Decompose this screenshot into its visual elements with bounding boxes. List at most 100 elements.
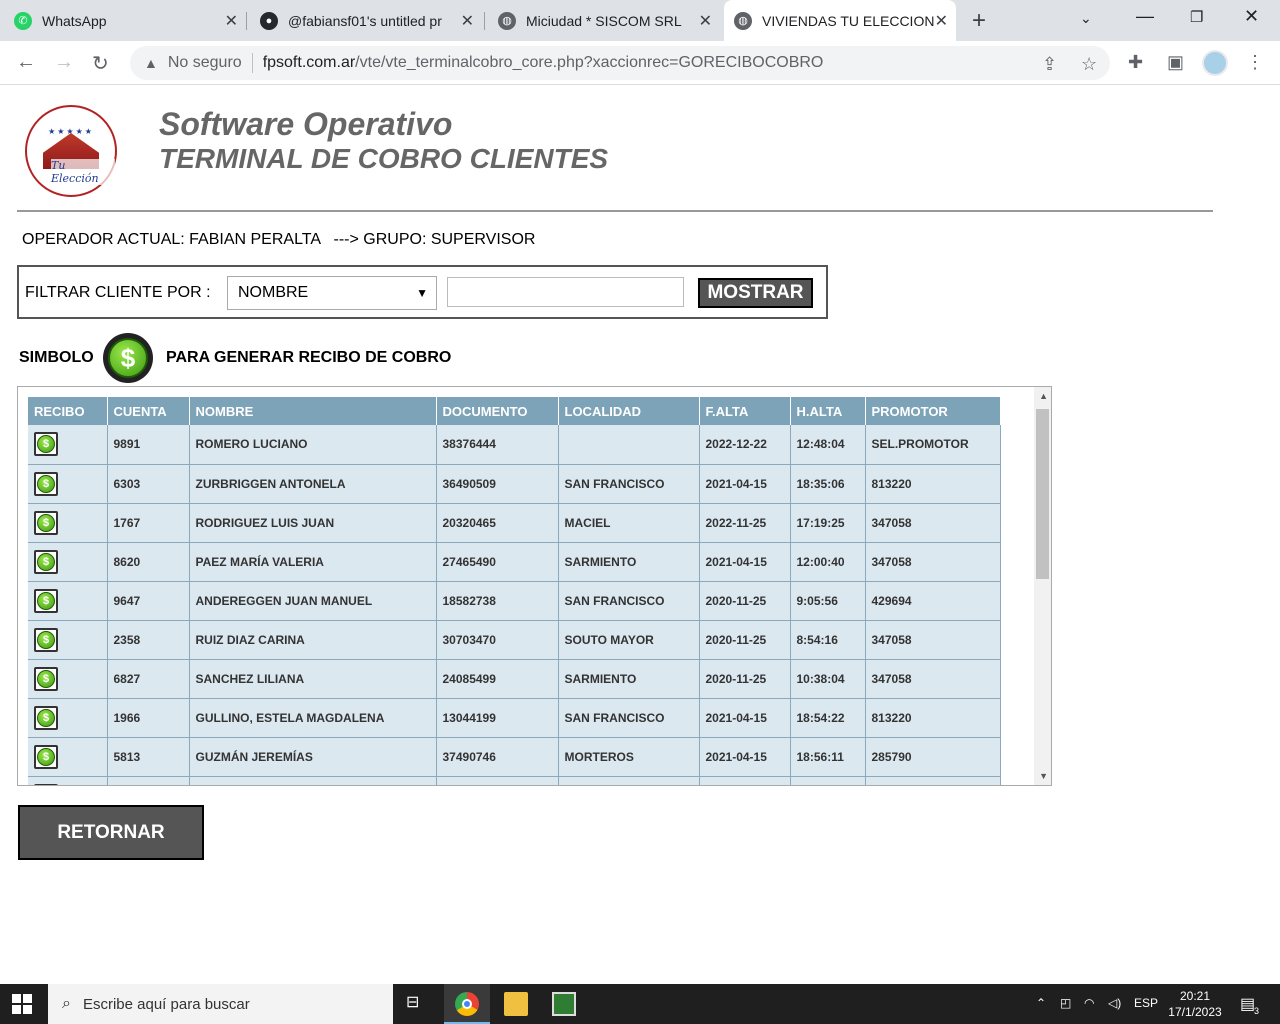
generate-receipt-coin-icon[interactable]: $ bbox=[34, 549, 58, 574]
generate-receipt-coin-icon[interactable]: $ bbox=[34, 705, 58, 730]
table-cell: 18:56:11 bbox=[790, 737, 866, 777]
table-cell: 2021-04-15 bbox=[699, 542, 791, 582]
menu-kebab-icon[interactable]: ⋮ bbox=[1246, 52, 1264, 73]
profile-avatar[interactable] bbox=[1202, 50, 1228, 76]
table-row: $8620 PAEZ MARÍA VALERIA 27465490 SARMIENTO… bbox=[28, 542, 1001, 582]
recibo-cell: $ bbox=[28, 737, 108, 777]
minimize-icon[interactable]: — bbox=[1136, 6, 1154, 27]
file-explorer-icon[interactable] bbox=[504, 992, 528, 1016]
generate-receipt-coin-icon[interactable]: $ bbox=[34, 744, 58, 769]
scroll-thumb[interactable] bbox=[1036, 409, 1049, 579]
filter-field-select[interactable]: NOMBRE ▼ bbox=[227, 276, 437, 310]
search-icon: ⌕ bbox=[62, 995, 71, 1012]
clients-table-container[interactable]: RECIBO CUENTA NOMBRE DOCUMENTO LOCALIDAD… bbox=[17, 386, 1052, 786]
chrome-taskbar-button[interactable] bbox=[444, 984, 490, 1024]
close-tab-icon[interactable]: ✕ bbox=[461, 11, 474, 31]
notifications-icon[interactable]: ▤ bbox=[1240, 994, 1255, 1014]
table-cell: 1966 bbox=[107, 698, 190, 738]
tab-viviendas[interactable]: ◍ VIVIENDAS TU ELECCION ✕ bbox=[724, 0, 956, 41]
generate-receipt-coin-icon[interactable]: $ bbox=[34, 432, 58, 457]
table-cell: 1767 bbox=[107, 503, 190, 543]
side-panel-icon[interactable]: ▣ bbox=[1167, 52, 1184, 73]
table-row: $ bbox=[28, 776, 1001, 785]
table-cell: 6827 bbox=[107, 659, 190, 699]
table-cell: GUZMÁN JEREMÍAS bbox=[189, 737, 437, 777]
generate-receipt-coin-icon[interactable]: $ bbox=[34, 510, 58, 535]
table-cell: 813220 bbox=[865, 464, 1001, 504]
table-cell: 2022-12-22 bbox=[699, 425, 791, 465]
recibo-cell: $ bbox=[28, 698, 108, 738]
scroll-up-icon[interactable]: ▲ bbox=[1039, 391, 1048, 401]
meet-icon[interactable]: ◰ bbox=[1060, 996, 1071, 1010]
table-cell: 429694 bbox=[865, 581, 1001, 621]
close-tab-icon[interactable]: ✕ bbox=[699, 11, 712, 31]
divider bbox=[17, 210, 1213, 212]
window-close-icon[interactable]: ✕ bbox=[1244, 6, 1259, 27]
generate-receipt-coin-icon[interactable]: $ bbox=[34, 783, 58, 785]
new-tab-icon[interactable]: + bbox=[972, 7, 986, 35]
notification-count: 3 bbox=[1254, 1006, 1260, 1016]
table-cell: 347058 bbox=[865, 503, 1001, 543]
mostrar-button[interactable]: MOSTRAR bbox=[698, 278, 813, 308]
tab-whatsapp[interactable]: ✆ WhatsApp ✕ bbox=[14, 0, 246, 41]
table-scrollbar[interactable]: ▲ ▼ bbox=[1034, 387, 1051, 785]
table-cell: MORTEROS bbox=[558, 737, 700, 777]
recibo-cell: $ bbox=[28, 659, 108, 699]
task-view-icon[interactable]: ⊟ bbox=[406, 992, 430, 1016]
generate-receipt-coin-icon[interactable]: $ bbox=[34, 471, 58, 496]
table-cell: 2021-04-15 bbox=[699, 464, 791, 504]
tab-search-icon[interactable]: ⌄ bbox=[1080, 10, 1092, 27]
windows-start-icon[interactable] bbox=[12, 994, 32, 1014]
legend-label: SIMBOLO bbox=[19, 349, 94, 366]
app-chart-icon[interactable] bbox=[552, 992, 576, 1016]
table-cell: SOUTO MAYOR bbox=[558, 620, 700, 660]
table-cell: RUIZ DIAZ CARINA bbox=[189, 620, 437, 660]
scroll-down-icon[interactable]: ▼ bbox=[1039, 771, 1048, 781]
table-row: $6827 SANCHEZ LILIANA 24085499 SARMIENTO 202… bbox=[28, 659, 1001, 699]
back-icon[interactable]: ← bbox=[16, 51, 36, 74]
col-header: CUENTA bbox=[107, 397, 190, 425]
generate-receipt-coin-icon[interactable]: $ bbox=[34, 588, 58, 613]
wifi-icon[interactable]: ◠ bbox=[1084, 996, 1094, 1010]
page-title: Software Operativo bbox=[159, 106, 453, 142]
dollar-coin-icon: $ bbox=[103, 333, 153, 383]
chevron-down-icon: ▼ bbox=[416, 286, 428, 300]
language-indicator[interactable]: ESP bbox=[1134, 996, 1158, 1010]
table-cell: 2358 bbox=[107, 620, 190, 660]
taskbar-search-box[interactable]: ⌕ Escribe aquí para buscar bbox=[48, 984, 393, 1024]
chrome-icon bbox=[455, 992, 479, 1016]
omnibox[interactable]: ▲ No seguro fpsoft.com.ar/vte/vte_termin… bbox=[130, 46, 1110, 80]
tray-chevron-up-icon[interactable]: ⌃ bbox=[1036, 996, 1046, 1010]
generate-receipt-coin-icon[interactable]: $ bbox=[34, 627, 58, 652]
clock[interactable]: 20:21 17/1/2023 bbox=[1160, 988, 1230, 1020]
windows-taskbar: ⌕ Escribe aquí para buscar ⊟ ⌃ ◰ ◠ ◁) ES… bbox=[0, 984, 1280, 1024]
table-row: $2358 RUIZ DIAZ CARINA 30703470 SOUTO MAYOR… bbox=[28, 620, 1001, 660]
recibo-cell: $ bbox=[28, 542, 108, 582]
col-header: RECIBO bbox=[28, 397, 108, 425]
col-header: DOCUMENTO bbox=[436, 397, 559, 425]
table-cell: ROMERO LUCIANO bbox=[189, 425, 437, 465]
bookmark-star-icon[interactable]: ☆ bbox=[1081, 54, 1097, 75]
retornar-button[interactable]: RETORNAR bbox=[18, 805, 204, 860]
close-tab-icon[interactable]: ✕ bbox=[935, 11, 948, 31]
extensions-icon[interactable]: ✚ bbox=[1128, 52, 1143, 73]
table-cell: 9647 bbox=[107, 581, 190, 621]
table-cell: SARMIENTO bbox=[558, 659, 700, 699]
tab-github[interactable]: ● @fabiansf01's untitled pr ✕ bbox=[260, 0, 482, 41]
volume-icon[interactable]: ◁) bbox=[1108, 996, 1121, 1010]
col-header: LOCALIDAD bbox=[558, 397, 700, 425]
table-cell: 2020-11-25 bbox=[699, 620, 791, 660]
table-cell: 27465490 bbox=[436, 542, 559, 582]
filter-value-input[interactable] bbox=[447, 277, 684, 307]
table-cell: 18:35:06 bbox=[790, 464, 866, 504]
restore-icon[interactable]: ❐ bbox=[1190, 8, 1203, 26]
forward-icon[interactable]: → bbox=[54, 51, 74, 74]
table-cell: 37490746 bbox=[436, 737, 559, 777]
share-icon[interactable]: ⇪ bbox=[1042, 54, 1057, 75]
tab-miciudad[interactable]: ◍ Miciudad * SISCOM SRL ✕ bbox=[498, 0, 720, 41]
generate-receipt-coin-icon[interactable]: $ bbox=[34, 666, 58, 691]
legend-description: PARA GENERAR RECIBO DE COBRO bbox=[166, 349, 452, 366]
close-tab-icon[interactable]: ✕ bbox=[225, 11, 238, 31]
reload-icon[interactable]: ↻ bbox=[92, 51, 109, 76]
table-cell: SEL.PROMOTOR bbox=[865, 425, 1001, 465]
